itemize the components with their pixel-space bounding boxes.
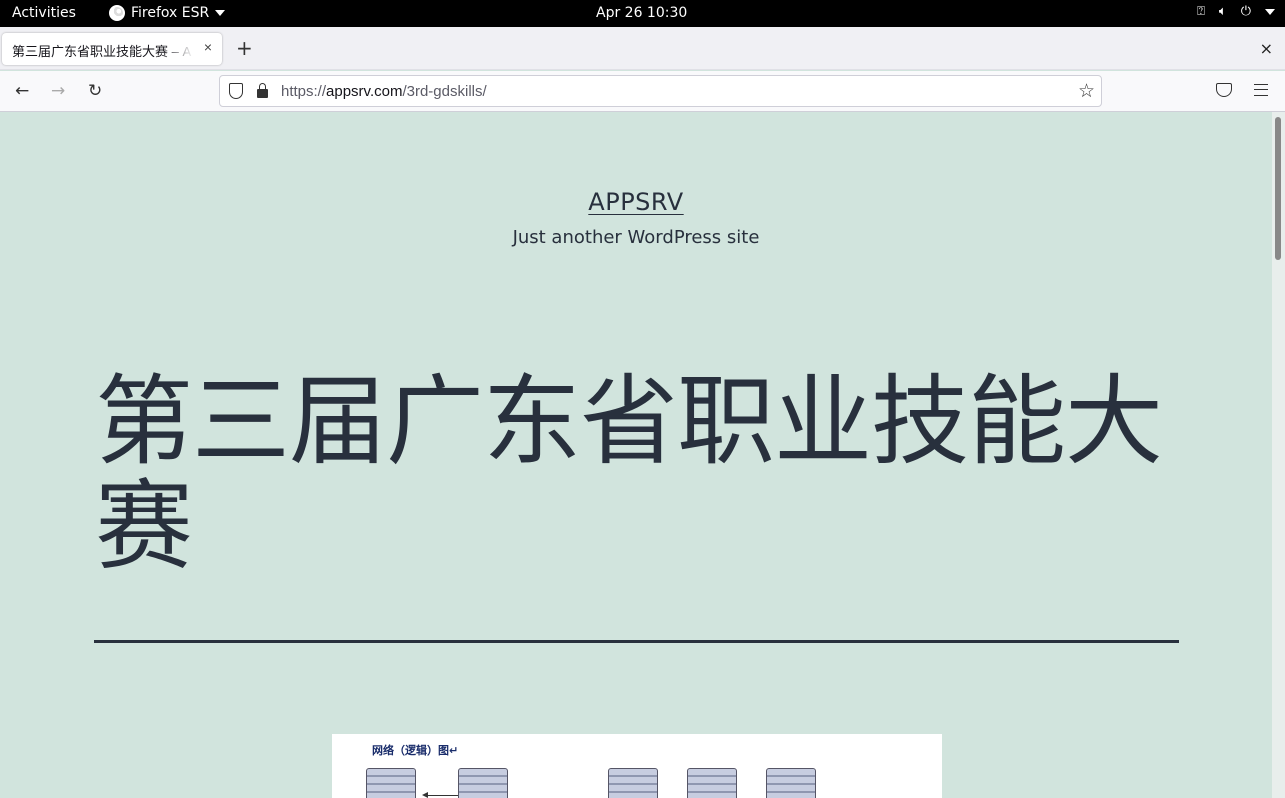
site-title-link[interactable]: APPSRV: [588, 188, 683, 216]
app-menu-label: Firefox ESR: [131, 5, 210, 21]
entry-title: 第三届广东省职业技能大赛: [95, 365, 1163, 584]
back-icon[interactable]: ←: [15, 81, 29, 101]
arrow: [422, 792, 458, 798]
volume-icon: 🔈︎: [1218, 4, 1227, 19]
system-tray[interactable]: ⍰ 🔈︎ ⏻: [1197, 4, 1275, 19]
figure-caption: 网络（逻辑）图↵: [372, 744, 459, 757]
address-bar[interactable]: https://appsrv.com/3rd-gdskills/ ☆: [219, 75, 1102, 107]
network-icon: ⍰: [1197, 4, 1205, 19]
page-scrollbar[interactable]: [1272, 112, 1285, 798]
close-tab-icon[interactable]: ×: [204, 39, 212, 55]
url-scheme: https://: [281, 83, 327, 100]
server-icon: [687, 768, 737, 798]
system-top-bar: Activities Firefox ESR Apr 26 10:30 ⍰ 🔈︎…: [0, 0, 1285, 27]
reload-icon[interactable]: ↻: [88, 81, 102, 101]
app-menu[interactable]: Firefox ESR: [109, 5, 226, 21]
page-content: APPSRV Just another WordPress site 第三届广东…: [0, 112, 1272, 798]
lock-icon[interactable]: [257, 83, 268, 98]
power-icon: ⏻: [1240, 4, 1251, 19]
forward-icon[interactable]: →: [51, 81, 65, 101]
tracking-protection-icon[interactable]: [229, 83, 243, 99]
activities-button[interactable]: Activities: [12, 5, 76, 21]
chevron-down-icon: [1265, 8, 1275, 15]
url-path: /3rd-gdskills/: [402, 83, 487, 100]
site-title: APPSRV: [0, 188, 1272, 216]
scrollbar-thumb[interactable]: [1275, 117, 1281, 260]
network-diagram-image: 网络（逻辑）图↵: [332, 734, 942, 798]
tab-title-fade: [162, 35, 194, 63]
menu-icon[interactable]: [1254, 84, 1268, 96]
site-description: Just another WordPress site: [512, 227, 760, 248]
url-host: appsrv.com: [326, 83, 403, 100]
url-text[interactable]: https://appsrv.com/3rd-gdskills/: [281, 83, 487, 100]
server-icon: [458, 768, 508, 798]
server-icon: [608, 768, 658, 798]
clock[interactable]: Apr 26 10:30: [596, 5, 687, 21]
tab-strip: 第三届广东省职业技能大赛 – APPSRV × + ×: [0, 27, 1285, 70]
chevron-down-icon: [215, 10, 226, 16]
separator: [94, 640, 1179, 643]
firefox-icon: [109, 5, 125, 21]
server-icon: [366, 768, 416, 798]
new-tab-button[interactable]: +: [236, 38, 253, 58]
close-window-button[interactable]: ×: [1260, 39, 1273, 58]
tab-active[interactable]: 第三届广东省职业技能大赛 – APPSRV ×: [2, 33, 222, 65]
navigation-toolbar: ← → ↻ https://appsrv.com/3rd-gdskills/ ☆: [0, 71, 1285, 112]
server-icon: [766, 768, 816, 798]
bookmark-star-icon[interactable]: ☆: [1078, 80, 1095, 103]
